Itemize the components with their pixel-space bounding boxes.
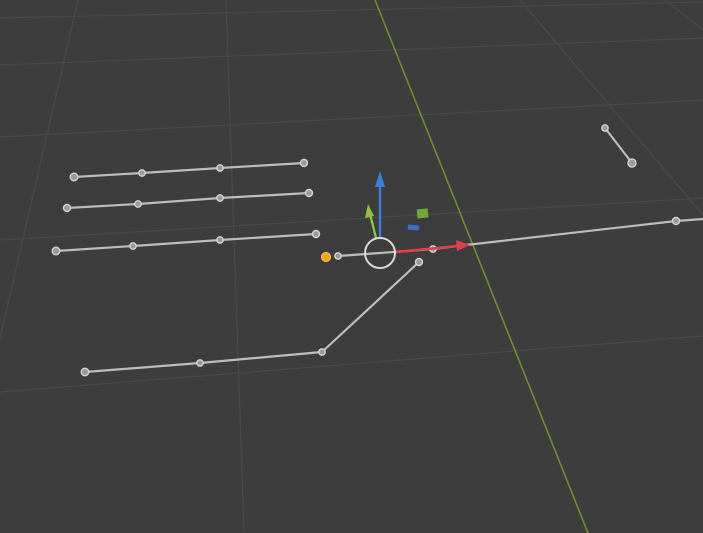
grid-line: [0, 0, 79, 339]
control-point[interactable]: [62, 203, 72, 213]
x-axis-shaft: [395, 244, 459, 254]
control-point[interactable]: [51, 246, 61, 256]
control-point[interactable]: [627, 158, 637, 168]
grid-line: [0, 197, 703, 241]
control-point[interactable]: [311, 229, 321, 239]
curve-5-active[interactable]: [336, 217, 703, 258]
grid-line: [0, 37, 703, 66]
control-point[interactable]: [80, 367, 90, 377]
control-point[interactable]: [601, 124, 609, 132]
floor-grid: [0, 0, 703, 533]
xz-plane-handle-icon[interactable]: [416, 208, 429, 219]
curve-3[interactable]: [54, 232, 318, 253]
control-point[interactable]: [216, 236, 224, 244]
control-point[interactable]: [196, 359, 204, 367]
y-axis-line: [374, 0, 589, 533]
control-point[interactable]: [334, 252, 342, 260]
grid-line: [0, 99, 703, 138]
control-point[interactable]: [671, 216, 681, 226]
curve-4[interactable]: [83, 260, 421, 374]
x-axis-arrow-icon[interactable]: [456, 240, 470, 251]
control-point[interactable]: [216, 164, 224, 172]
control-point[interactable]: [138, 169, 146, 177]
curve-1[interactable]: [72, 161, 306, 179]
y-axis-arrow-icon[interactable]: [365, 204, 374, 218]
grid-line: [0, 335, 703, 393]
control-point[interactable]: [304, 188, 314, 198]
control-point[interactable]: [299, 158, 309, 168]
z-axis-arrow-icon[interactable]: [375, 171, 385, 187]
3d-viewport[interactable]: [0, 0, 703, 533]
grid-line: [519, 0, 703, 216]
control-point[interactable]: [134, 200, 142, 208]
grid-line: [664, 0, 703, 31]
control-point[interactable]: [69, 172, 79, 182]
curve-2[interactable]: [65, 191, 311, 210]
grid-line: [225, 0, 245, 533]
control-point[interactable]: [318, 348, 326, 356]
control-point[interactable]: [414, 257, 424, 267]
xy-plane-handle-icon[interactable]: [407, 224, 420, 231]
origin-dot-icon[interactable]: [321, 252, 331, 262]
viewport-canvas[interactable]: [0, 0, 703, 533]
control-point[interactable]: [216, 194, 224, 202]
control-point[interactable]: [129, 242, 137, 250]
curve-6[interactable]: [603, 126, 634, 165]
grid-line: [0, 1, 703, 19]
